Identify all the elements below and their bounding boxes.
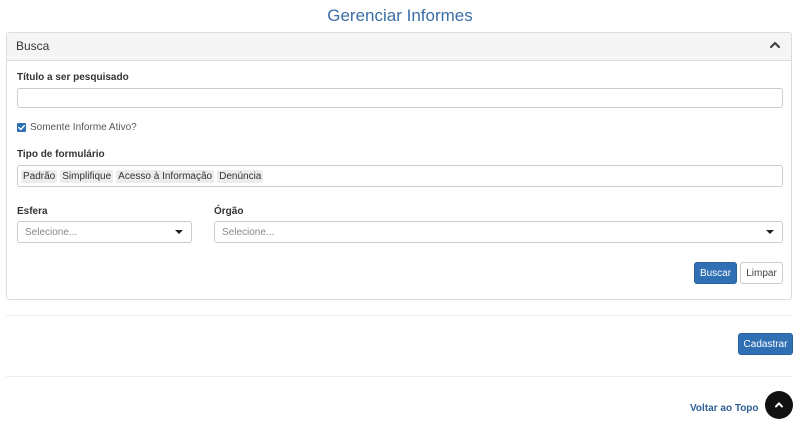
search-panel: Busca Título a ser pesquisado Somente In… xyxy=(6,32,792,300)
title-search-input[interactable] xyxy=(17,88,783,108)
arrow-up-icon[interactable] xyxy=(765,391,793,419)
orgao-label: Órgão xyxy=(214,206,244,217)
form-type-tag[interactable]: Padrão xyxy=(21,169,58,183)
search-panel-title: Busca xyxy=(16,39,50,53)
active-only-label: Somente Informe Ativo? xyxy=(30,122,137,133)
esfera-select[interactable]: Selecione... xyxy=(17,221,192,243)
register-button[interactable]: Cadastrar xyxy=(738,333,793,355)
search-button[interactable]: Buscar xyxy=(694,262,737,284)
divider xyxy=(6,376,792,377)
caret-down-icon xyxy=(175,230,183,234)
orgao-select[interactable]: Selecione... xyxy=(214,221,783,243)
esfera-label: Esfera xyxy=(17,206,48,217)
back-to-top-link[interactable]: Voltar ao Topo xyxy=(690,403,759,414)
page-title: Gerenciar Informes xyxy=(327,6,473,25)
active-only-checkbox-row[interactable]: Somente Informe Ativo? xyxy=(17,122,137,133)
title-field-label: Título a ser pesquisado xyxy=(17,72,129,83)
active-only-checkbox[interactable] xyxy=(17,123,26,132)
esfera-selected-value: Selecione... xyxy=(25,227,78,238)
form-type-tag[interactable]: Acesso à Informação xyxy=(116,169,215,183)
clear-button[interactable]: Limpar xyxy=(740,262,783,284)
caret-down-icon xyxy=(766,230,774,234)
search-panel-heading[interactable]: Busca xyxy=(7,33,791,61)
chevron-up-icon[interactable] xyxy=(767,37,783,53)
form-type-multiselect[interactable]: Padrão Simplifique Acesso à Informação D… xyxy=(17,165,783,187)
form-type-label: Tipo de formulário xyxy=(17,149,105,160)
form-type-tag[interactable]: Denúncia xyxy=(217,169,264,183)
divider xyxy=(6,315,792,316)
orgao-selected-value: Selecione... xyxy=(222,227,275,238)
form-type-tag[interactable]: Simplifique xyxy=(60,169,114,183)
